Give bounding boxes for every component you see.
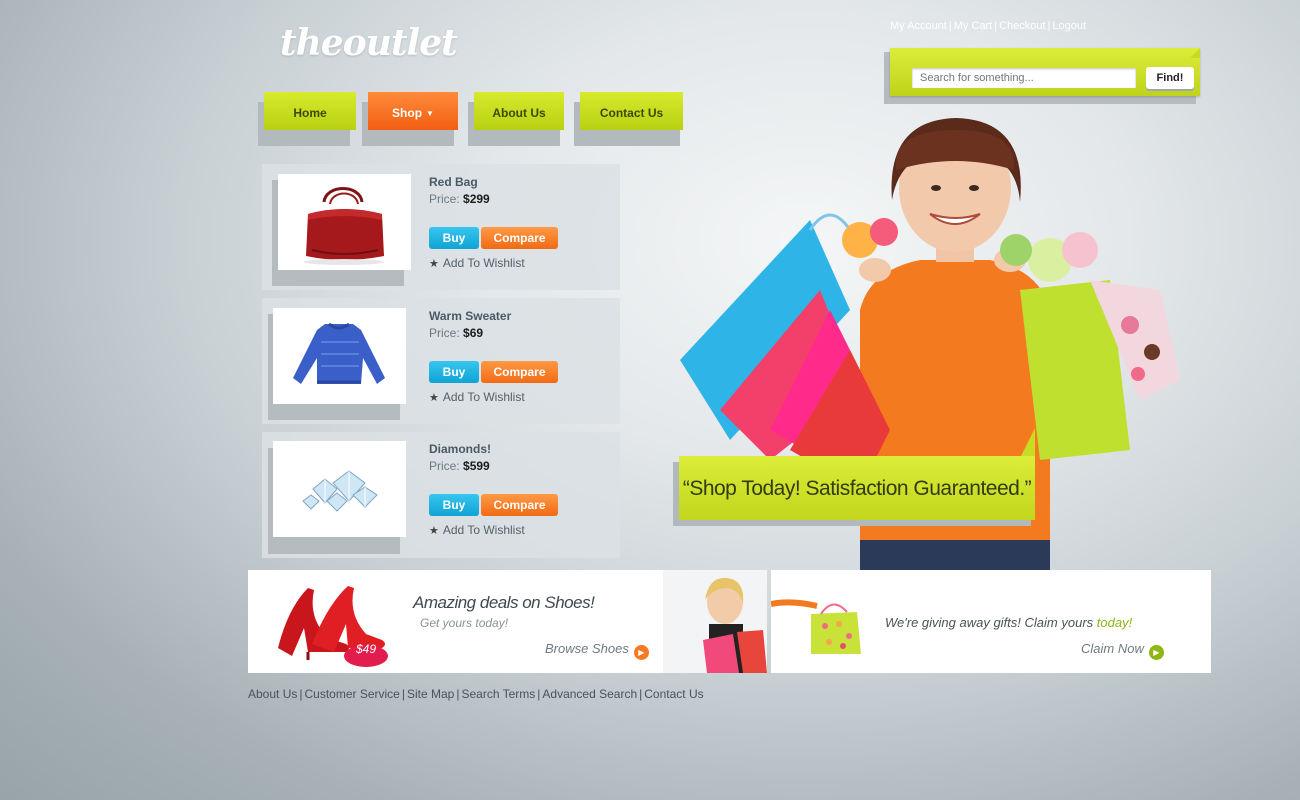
product-price: Price: $69	[429, 326, 484, 340]
footer-site-map[interactable]: Site Map	[407, 687, 454, 701]
my-account-link[interactable]: My Account	[890, 20, 947, 32]
logout-link[interactable]: Logout	[1052, 20, 1086, 32]
product-card: Diamonds! Price: $599 Buy Compare ★ Add T…	[262, 432, 620, 558]
arrow-right-icon: ▶	[1148, 645, 1164, 660]
arrow-right-icon: ▶	[633, 645, 649, 660]
product-name[interactable]: Diamonds!	[429, 442, 491, 456]
shoes-promo-banner[interactable]: $49 Amazing deals on Shoes! Get yours to…	[248, 570, 767, 673]
star-icon: ★	[429, 392, 439, 404]
account-links: My Account | My Cart | Checkout | Logout	[890, 20, 1087, 32]
my-cart-link[interactable]: My Cart	[954, 20, 993, 32]
product-name[interactable]: Red Bag	[429, 175, 478, 189]
product-price: Price: $599	[429, 459, 490, 473]
browse-shoes-link[interactable]: Browse Shoes ▶	[545, 641, 649, 660]
red-bag-image[interactable]	[278, 174, 411, 270]
gift-bag-icon	[771, 599, 861, 654]
sweater-icon	[293, 322, 385, 384]
smiling-shopper-image	[663, 570, 767, 673]
footer-search-terms[interactable]: Search Terms	[461, 687, 535, 701]
main-nav: Home Shop ▼ About Us Contact Us	[258, 92, 698, 148]
high-heels-icon	[278, 586, 388, 667]
search-bar: Find!	[890, 48, 1200, 96]
buy-button[interactable]: Buy	[429, 361, 479, 383]
footer-advanced-search[interactable]: Advanced Search	[542, 687, 637, 701]
find-button[interactable]: Find!	[1146, 67, 1194, 89]
add-to-wishlist-link[interactable]: ★ Add To Wishlist	[429, 256, 525, 270]
shoe-price-tag: $49	[356, 642, 377, 656]
star-icon: ★	[429, 258, 439, 270]
footer-contact-us[interactable]: Contact Us	[644, 687, 703, 701]
star-icon: ★	[429, 525, 439, 537]
nav-about-us[interactable]: About Us	[474, 92, 564, 130]
compare-button[interactable]: Compare	[481, 361, 558, 383]
buy-button[interactable]: Buy	[429, 227, 479, 249]
buy-button[interactable]: Buy	[429, 494, 479, 516]
footer-customer-service[interactable]: Customer Service	[304, 687, 399, 701]
compare-button[interactable]: Compare	[481, 227, 558, 249]
shoes-promo-title: Amazing deals on Shoes!	[413, 593, 595, 612]
site-logo[interactable]: theoutlet	[280, 22, 458, 64]
product-name[interactable]: Warm Sweater	[429, 309, 511, 323]
hero-tagline: “Shop Today! Satisfaction Guaranteed.”	[679, 456, 1035, 520]
bag-icon	[304, 187, 384, 265]
footer-about-us[interactable]: About Us	[248, 687, 297, 701]
checkout-link[interactable]: Checkout	[999, 20, 1045, 32]
search-panel: Find!	[884, 40, 1202, 104]
add-to-wishlist-link[interactable]: ★ Add To Wishlist	[429, 523, 525, 537]
gifts-promo-banner[interactable]: We're giving away gifts! Claim yours tod…	[771, 570, 1211, 673]
gifts-promo-text: We're giving away gifts! Claim yours tod…	[885, 615, 1133, 630]
shoes-promo-subtitle: Get yours today!	[420, 616, 509, 630]
footer-links: About Us | Customer Service | Site Map | Searc…	[248, 687, 704, 701]
sweater-image[interactable]	[273, 308, 406, 404]
chevron-down-icon: ▼	[426, 109, 434, 118]
nav-home[interactable]: Home	[264, 92, 356, 130]
nav-shop[interactable]: Shop ▼	[368, 92, 458, 130]
add-to-wishlist-link[interactable]: ★ Add To Wishlist	[429, 390, 525, 404]
search-input[interactable]	[912, 68, 1136, 88]
product-card: Warm Sweater Price: $69 Buy Compare ★ Add…	[262, 298, 620, 424]
product-card: Red Bag Price: $299 Buy Compare ★ Add To …	[262, 164, 620, 290]
claim-now-link[interactable]: Claim Now ▶	[1081, 641, 1164, 660]
diamond-icon	[302, 470, 378, 512]
product-price: Price: $299	[429, 192, 490, 206]
diamonds-image[interactable]	[273, 441, 406, 537]
compare-button[interactable]: Compare	[481, 494, 558, 516]
